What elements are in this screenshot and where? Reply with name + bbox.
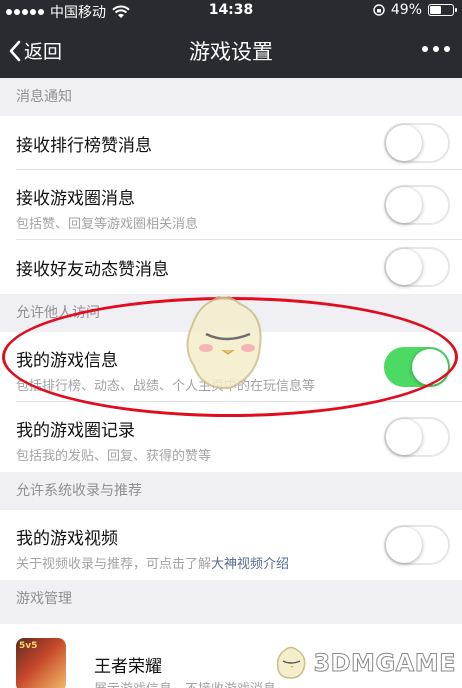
toggle-game-info[interactable] — [384, 347, 450, 387]
game-title: 王者荣耀 — [94, 657, 162, 677]
video-intro-link[interactable]: 大神视频介绍 — [211, 557, 289, 572]
setting-rank-like: 接收排行榜赞消息 — [0, 116, 462, 170]
toggle-circle-record[interactable] — [384, 417, 450, 457]
nav-bar: 返回 游戏设置 — [0, 22, 462, 78]
setting-game-video: 我的游戏视频 关于视频收录与推荐，可点击了解大神视频介绍 — [0, 510, 462, 580]
settings-list: 消息通知 接收排行榜赞消息 接收游戏圈消息 包括赞、回复等游戏圈相关消息 接收好… — [0, 78, 462, 688]
battery-icon — [428, 4, 457, 16]
toggle-friend-like[interactable] — [384, 247, 450, 287]
setting-circle-msg: 接收游戏圈消息 包括赞、回复等游戏圈相关消息 — [0, 170, 462, 240]
game-icon-badge: 5v5 — [19, 641, 38, 651]
section-header-manage: 游戏管理 — [0, 580, 462, 618]
subtitle-text: 关于视频收录与推荐，可点击了解 — [16, 557, 212, 572]
setting-circle-record: 我的游戏圈记录 包括我的发贴、回复、获得的赞等 — [0, 402, 462, 472]
section-header-access: 允许他人访问 — [0, 294, 462, 332]
setting-friend-like: 接收好友动态赞消息 — [0, 240, 462, 294]
game-subtitle: 展示游戏信息，不接收游戏消息 — [94, 678, 276, 688]
status-bar: 中国移动 14:38 49% — [0, 0, 462, 22]
watermark-text: 3DMGAME — [313, 649, 456, 678]
setting-title: 接收好友动态赞消息 — [16, 259, 169, 280]
toggle-circle-msg[interactable] — [384, 185, 450, 225]
page-title: 游戏设置 — [189, 40, 273, 64]
site-watermark: 3DMGAME — [273, 646, 456, 680]
setting-game-info: 我的游戏信息 包括排行榜、动态、战绩、个人主页中的在玩信息等 — [0, 332, 462, 402]
section-header-notify: 消息通知 — [0, 78, 462, 116]
section-header-recommend: 允许系统收录与推荐 — [0, 472, 462, 510]
rotation-lock-icon — [373, 4, 385, 16]
setting-title: 接收排行榜赞消息 — [16, 135, 152, 156]
toggle-rank-like[interactable] — [384, 123, 450, 163]
game-icon: 5v5 — [16, 638, 66, 688]
battery-percent: 49% — [390, 2, 422, 18]
more-button[interactable] — [422, 46, 450, 52]
toggle-game-video[interactable] — [384, 525, 450, 565]
watermark-mascot-icon — [277, 646, 306, 679]
